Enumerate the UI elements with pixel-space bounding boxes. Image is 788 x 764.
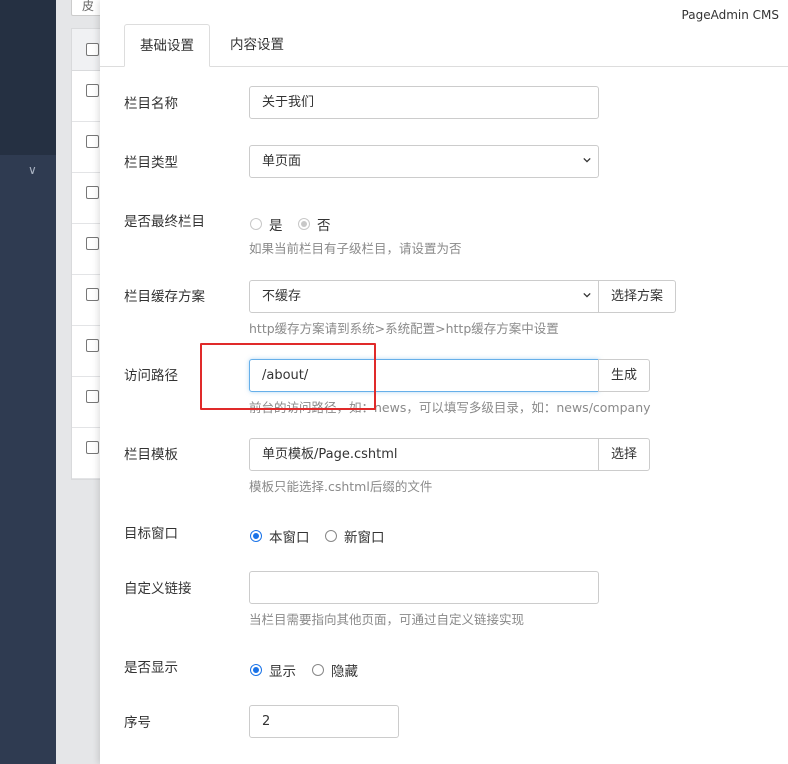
tab-bar: 基础设置 内容设置	[100, 24, 788, 67]
generate-path-button[interactable]: 生成	[598, 359, 651, 392]
final-label: 是否最终栏目	[124, 214, 205, 230]
chevron-down-icon	[583, 157, 591, 163]
display-label: 是否显示	[124, 660, 178, 676]
cache-select-value: 不缓存	[262, 289, 302, 304]
choose-template-button[interactable]: 选择	[598, 438, 651, 471]
template-input[interactable]: 单页模板/Page.cshtml	[249, 438, 599, 471]
type-label: 栏目类型	[124, 155, 178, 171]
checkbox[interactable]	[86, 135, 99, 148]
checkbox[interactable]	[86, 441, 99, 454]
custom-link-input[interactable]	[249, 571, 599, 604]
cache-help: http缓存方案请到系统>系统配置>http缓存方案中设置	[249, 321, 559, 336]
target-new-radio[interactable]	[325, 530, 337, 542]
checkbox[interactable]	[86, 43, 99, 56]
checkbox[interactable]	[86, 390, 99, 403]
target-self-radio[interactable]	[250, 530, 262, 542]
name-input[interactable]: 关于我们	[249, 86, 599, 119]
order-input[interactable]: 2	[249, 705, 399, 738]
checkbox[interactable]	[86, 288, 99, 301]
name-label: 栏目名称	[124, 96, 178, 112]
type-select[interactable]: 单页面	[249, 145, 599, 178]
path-label: 访问路径	[124, 368, 178, 384]
choose-cache-button[interactable]: 选择方案	[598, 280, 677, 313]
tab-basic-settings[interactable]: 基础设置	[124, 24, 210, 67]
target-new-label: 新窗口	[344, 530, 385, 546]
red-highlight-annotation	[200, 343, 376, 410]
cache-select[interactable]: 不缓存	[249, 280, 599, 313]
checkbox[interactable]	[86, 237, 99, 250]
final-no-radio[interactable]	[298, 218, 310, 230]
final-yes-label: 是	[269, 218, 283, 234]
admin-sidebar: ∨	[0, 0, 56, 764]
cache-label: 栏目缓存方案	[124, 289, 205, 305]
column-edit-panel: PageAdmin CMS 基础设置 内容设置 栏目名称 关于我们 栏目类型 单…	[100, 0, 788, 764]
checkbox[interactable]	[86, 339, 99, 352]
order-label: 序号	[124, 715, 151, 731]
sidebar-header	[0, 0, 56, 155]
chevron-down-icon	[583, 292, 591, 298]
brand-label: PageAdmin CMS	[681, 8, 779, 22]
display-hide-label: 隐藏	[331, 664, 358, 680]
tab-content-settings[interactable]: 内容设置	[215, 24, 299, 66]
template-label: 栏目模板	[124, 447, 178, 463]
display-show-radio[interactable]	[250, 664, 262, 676]
chevron-down-icon[interactable]: ∨	[28, 163, 37, 177]
final-no-label: 否	[317, 218, 331, 234]
final-help: 如果当前栏目有子级栏目，请设置为否	[249, 241, 462, 256]
checkbox[interactable]	[86, 84, 99, 97]
display-show-label: 显示	[269, 664, 296, 680]
target-self-label: 本窗口	[269, 530, 310, 546]
link-label: 自定义链接	[124, 581, 192, 597]
final-yes-radio[interactable]	[250, 218, 262, 230]
target-label: 目标窗口	[124, 526, 178, 542]
link-help: 当栏目需要指向其他页面，可通过自定义链接实现	[249, 612, 525, 627]
template-help: 模板只能选择.cshtml后缀的文件	[249, 479, 433, 494]
display-hide-radio[interactable]	[312, 664, 324, 676]
checkbox[interactable]	[86, 186, 99, 199]
type-select-value: 单页面	[262, 154, 302, 169]
